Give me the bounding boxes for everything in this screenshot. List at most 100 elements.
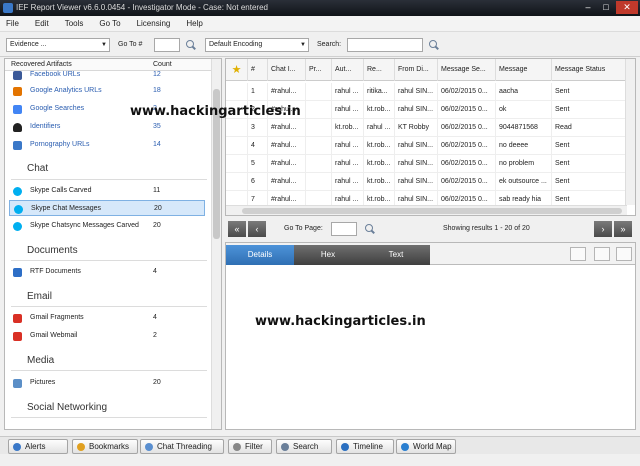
world-map-button[interactable]: World Map	[396, 439, 456, 454]
artifact-item-google-analytics-urls[interactable]: Google Analytics URLs 18	[9, 83, 205, 99]
artifact-item-gmail-webmail[interactable]: Gmail Webmail 2	[9, 328, 205, 344]
timeline-button[interactable]: Timeline	[336, 439, 394, 454]
column-header-number[interactable]: #	[248, 59, 268, 81]
artifact-item-pictures[interactable]: Pictures 20	[9, 375, 205, 391]
table-cell: 06/02/2015 0...	[438, 155, 496, 173]
document-view-icon[interactable]	[594, 247, 610, 261]
column-header-message-status[interactable]: Message Status	[552, 59, 626, 81]
window-title: IEF Report Viewer v6.6.0.0454 - Investig…	[16, 3, 268, 12]
google-analytics-icon	[13, 87, 22, 96]
table-cell: rahul ...	[364, 119, 395, 137]
alerts-button-label: Alerts	[25, 442, 46, 451]
artifact-count: 18	[153, 87, 161, 94]
menu-edit[interactable]: Edit	[35, 19, 49, 28]
document-icon	[13, 268, 22, 277]
table-cell: 3	[248, 119, 268, 137]
alerts-button[interactable]: Alerts	[8, 439, 68, 454]
column-header-recipient[interactable]: Re...	[364, 59, 395, 81]
results-grid: ★ # Chat I... Pr... Aut... Re... From Di…	[225, 58, 636, 216]
search-button[interactable]: Search	[276, 439, 332, 454]
bookmarks-button[interactable]: Bookmarks	[72, 439, 138, 454]
table-cell: ritika...	[364, 83, 395, 101]
table-cell: 06/02/2015 0...	[438, 119, 496, 137]
first-page-button[interactable]: «	[228, 221, 246, 237]
menu-help[interactable]: Help	[186, 19, 202, 28]
menu-bar: File Edit Tools Go To Licensing Help	[0, 16, 640, 32]
table-cell: no deeee	[496, 137, 552, 155]
grid-vertical-scrollbar[interactable]	[625, 59, 635, 205]
artifact-item-skype-chat-messages[interactable]: Skype Chat Messages 20	[9, 200, 205, 216]
table-cell: 06/02/2015 0...	[438, 83, 496, 101]
encoding-select[interactable]: Default Encoding ▼	[205, 38, 309, 52]
category-chat[interactable]: Chat	[27, 163, 48, 174]
artifact-count: 14	[153, 141, 161, 148]
external-view-icon[interactable]	[570, 247, 586, 261]
artifact-item-pornography-urls[interactable]: Pornography URLs 14	[9, 137, 205, 153]
artifact-item-facebook-urls[interactable]: Facebook URLs 12	[9, 67, 205, 83]
next-page-button[interactable]: ›	[594, 221, 612, 237]
column-header-message[interactable]: Message	[496, 59, 552, 81]
table-cell: 4	[248, 137, 268, 155]
row-bookmark-cell[interactable]	[226, 173, 248, 191]
table-cell: Sent	[552, 173, 626, 191]
row-bookmark-cell[interactable]	[226, 137, 248, 155]
table-cell: kt.rob...	[364, 101, 395, 119]
tab-hex[interactable]: Hex	[294, 245, 362, 265]
artifact-item-identifiers[interactable]: Identifiers 35	[9, 119, 205, 135]
minimize-button[interactable]: –	[580, 1, 596, 14]
table-row[interactable]: 6 #rahul... rahul ... kt.rob... rahul SIN...…	[226, 173, 626, 191]
artifact-item-rtf-documents[interactable]: RTF Documents 4	[9, 264, 205, 280]
artifact-name: Gmail Fragments	[30, 314, 84, 321]
new-window-icon[interactable]	[616, 247, 632, 261]
artifact-item-skype-chatsync-messages-carved[interactable]: Skype Chatsync Messages Carved 20	[9, 218, 205, 234]
evidence-select-value: Evidence ...	[10, 41, 47, 48]
chat-threading-button[interactable]: Chat Threading	[140, 439, 224, 454]
search-input[interactable]	[347, 38, 423, 52]
menu-file[interactable]: File	[6, 19, 19, 28]
category-media[interactable]: Media	[27, 355, 54, 366]
world-map-button-label: World Map	[413, 442, 452, 451]
menu-tools[interactable]: Tools	[65, 19, 84, 28]
close-button[interactable]: ✕	[616, 1, 638, 14]
row-bookmark-cell[interactable]	[226, 119, 248, 137]
divider	[11, 306, 207, 307]
artifact-item-gmail-fragments[interactable]: Gmail Fragments 4	[9, 310, 205, 326]
category-email[interactable]: Email	[27, 291, 52, 302]
column-header-message-sent[interactable]: Message Se...	[438, 59, 496, 81]
table-cell: rahul ...	[332, 101, 364, 119]
previous-page-button[interactable]: ‹	[248, 221, 266, 237]
category-documents[interactable]: Documents	[27, 245, 78, 256]
column-header-author[interactable]: Aut...	[332, 59, 364, 81]
table-row[interactable]: 1 #rahul... rahul ... ritika... rahul SIN...…	[226, 83, 626, 101]
column-header-chat-id[interactable]: Chat I...	[268, 59, 306, 81]
row-bookmark-cell[interactable]	[226, 155, 248, 173]
search-icon[interactable]	[428, 39, 440, 51]
column-header-from-display[interactable]: From Di...	[395, 59, 438, 81]
category-social-networking[interactable]: Social Networking	[27, 402, 107, 413]
window-controls: – □ ✕	[578, 1, 638, 15]
tab-details[interactable]: Details	[226, 245, 294, 265]
search-icon[interactable]	[364, 223, 376, 235]
details-pane: Details Hex Text	[225, 242, 636, 430]
bookmark-star-icon[interactable]: ★	[226, 59, 248, 81]
goto-page-input[interactable]	[331, 222, 357, 236]
last-page-button[interactable]: »	[614, 221, 632, 237]
column-header-pr[interactable]: Pr...	[306, 59, 332, 81]
artifact-item-skype-calls-carved[interactable]: Skype Calls Carved 11	[9, 183, 205, 199]
scrollbar-thumb[interactable]	[242, 208, 622, 214]
table-row[interactable]: 5 #rahul... rahul ... kt.rob... rahul SIN...…	[226, 155, 626, 173]
timeline-icon	[341, 443, 349, 451]
menu-go-to[interactable]: Go To	[99, 19, 120, 28]
row-bookmark-cell[interactable]	[226, 83, 248, 101]
search-icon[interactable]	[185, 39, 197, 51]
tab-text[interactable]: Text	[362, 245, 430, 265]
menu-licensing[interactable]: Licensing	[137, 19, 171, 28]
evidence-select[interactable]: Evidence ... ▼	[6, 38, 110, 52]
grid-horizontal-scrollbar[interactable]	[226, 205, 627, 215]
table-row[interactable]: 3 #rahul... kt.rob... rahul ... KT Robby 06/0…	[226, 119, 626, 137]
maximize-button[interactable]: □	[598, 1, 614, 14]
watermark: www.hackingarticles.in	[130, 104, 301, 119]
filter-button[interactable]: Filter	[228, 439, 272, 454]
table-row[interactable]: 4 #rahul... rahul ... kt.rob... rahul SIN...…	[226, 137, 626, 155]
goto-input[interactable]	[154, 38, 180, 52]
